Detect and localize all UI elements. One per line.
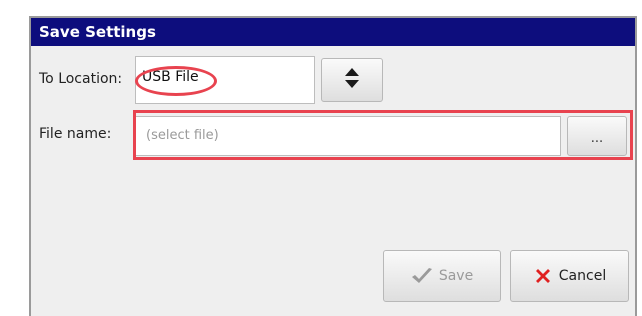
location-value: USB File [142, 69, 199, 85]
save-label: Save [438, 268, 474, 284]
browse-button[interactable]: ... [567, 116, 627, 156]
x-icon [533, 266, 553, 286]
up-down-arrows-icon [344, 67, 360, 93]
file-name-field[interactable]: (select file) [135, 116, 561, 156]
cancel-label: Cancel [558, 268, 607, 284]
location-spin-button[interactable] [321, 58, 383, 102]
location-field[interactable]: USB File [135, 56, 315, 104]
checkmark-icon [411, 267, 433, 285]
save-settings-dialog: Save Settings To Location: USB File File… [29, 16, 637, 316]
browse-label: ... [590, 130, 604, 146]
file-name-label: File name: [39, 126, 112, 142]
to-location-label: To Location: [39, 71, 123, 87]
dialog-title: Save Settings [31, 18, 635, 46]
file-name-placeholder: (select file) [146, 128, 219, 143]
save-button[interactable]: Save [383, 250, 501, 302]
cancel-button[interactable]: Cancel [510, 250, 629, 302]
